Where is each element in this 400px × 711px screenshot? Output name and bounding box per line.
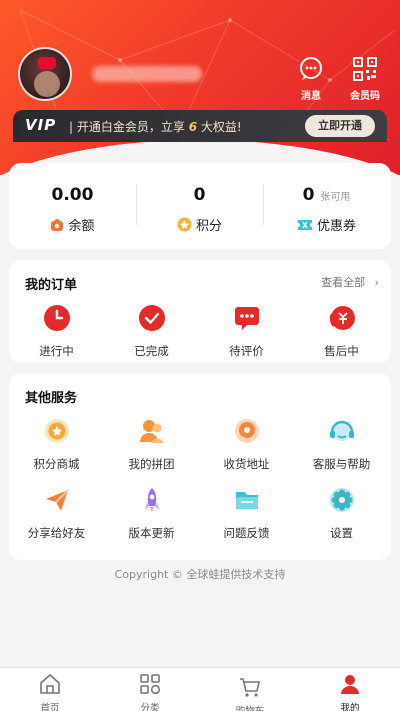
qr-code-icon — [353, 57, 377, 81]
balance-label-row: 余额 — [9, 215, 136, 234]
home-icon — [40, 673, 60, 694]
service-feedback[interactable]: 问题反馈 — [199, 486, 294, 541]
wallet-icon — [51, 218, 64, 231]
vip-promo-suffix: 大权益! — [200, 120, 242, 134]
order-completed[interactable]: 已完成 — [104, 304, 199, 359]
service-settings[interactable]: 设置 — [294, 486, 389, 541]
orders-card: 我的订单 查看全部 › 进行中 已完成 待评价 售后中 — [9, 260, 391, 363]
avatar-bow — [38, 57, 56, 69]
balance-amount: 0.00 — [51, 185, 94, 205]
chevron-right-icon: › — [374, 276, 379, 289]
vip-open-button[interactable]: 立即开通 — [305, 115, 375, 137]
copyright-text: Copyright © 全球蛙提供技术支持 — [114, 568, 286, 581]
points-amount: 0 — [193, 185, 206, 205]
vip-promo-prefix: | 开通白金会员，立享 — [69, 120, 185, 134]
vip-logo: VIP — [25, 116, 57, 134]
points-label-row: 积分 — [136, 215, 263, 234]
service-share[interactable]: 分享给好友 — [9, 486, 104, 541]
coupon-amount: 0 — [302, 185, 315, 205]
avatar[interactable] — [18, 47, 72, 101]
view-all-label: 查看全部 — [321, 276, 366, 289]
refund-icon — [329, 306, 355, 330]
coupon-unit: 张可用 — [320, 192, 351, 203]
coupon-label-row: 优惠券 — [263, 215, 390, 234]
coupon-label: 优惠券 — [316, 219, 356, 234]
vip-promo-text: | 开通白金会员，立享 6 大权益! — [69, 118, 242, 135]
headset-icon — [329, 420, 354, 441]
category-icon — [140, 674, 161, 695]
points-label: 积分 — [195, 219, 222, 234]
service-feedback-label: 问题反馈 — [223, 526, 270, 540]
bottom-tab-bar: 首页 分类 购物车 我的 — [0, 667, 400, 711]
clock-icon — [43, 305, 70, 331]
points-mall-icon — [44, 419, 69, 443]
address-icon — [234, 419, 259, 443]
points-value: 0 — [136, 185, 263, 205]
service-points-mall-label: 积分商城 — [33, 457, 80, 471]
group-buy-icon — [139, 420, 164, 443]
tab-home-label: 首页 — [40, 703, 60, 711]
service-points-mall[interactable]: 积分商城 — [9, 417, 104, 472]
service-help-label: 客服与帮助 — [312, 457, 371, 471]
vip-banner[interactable]: VIP | 开通白金会员，立享 6 大权益! 立即开通 — [13, 110, 387, 142]
points-icon — [177, 217, 192, 232]
service-help[interactable]: 客服与帮助 — [294, 417, 389, 472]
member-code-label: 会员码 — [350, 91, 380, 102]
order-completed-label: 已完成 — [134, 344, 169, 358]
member-code-button[interactable]: 会员码 — [343, 56, 387, 102]
balance-label: 余额 — [68, 219, 95, 234]
order-after-sales-label: 售后中 — [324, 344, 359, 358]
services-title: 其他服务 — [25, 391, 78, 406]
tab-category-label: 分类 — [140, 703, 160, 711]
order-in-progress[interactable]: 进行中 — [9, 304, 104, 359]
service-update-label: 版本更新 — [128, 526, 175, 540]
coupon-value: 0 张可用 — [263, 185, 390, 205]
assets-card: 0.00 余额 0 积分 0 张可用 优惠券 — [9, 163, 391, 249]
service-group-buy[interactable]: 我的拼团 — [104, 417, 199, 472]
order-to-review[interactable]: 待评价 — [199, 304, 294, 359]
phone-number-blurred — [92, 66, 202, 82]
avatar-face — [34, 71, 60, 97]
tab-profile-label: 我的 — [340, 703, 360, 711]
tab-profile[interactable]: 我的 — [300, 673, 400, 711]
service-update[interactable]: 版本更新 — [104, 486, 199, 541]
comment-icon — [234, 307, 259, 330]
rocket-icon — [144, 488, 159, 512]
balance-item[interactable]: 0.00 余额 — [9, 163, 136, 249]
order-after-sales[interactable]: 售后中 — [294, 304, 389, 359]
tab-cart-label: 购物车 — [200, 703, 300, 711]
messages-button[interactable]: 消息 — [289, 56, 333, 102]
service-group-buy-label: 我的拼团 — [128, 457, 175, 471]
tab-cart[interactable]: 购物车 — [200, 676, 300, 711]
order-in-progress-label: 进行中 — [39, 344, 74, 358]
orders-title: 我的订单 — [25, 278, 78, 293]
messages-label: 消息 — [301, 91, 321, 102]
feedback-icon — [235, 492, 258, 509]
profile-icon — [341, 675, 359, 694]
services-card: 其他服务 积分商城 我的拼团 收货地址 客服与帮助 分享给好友 版本更新 问题反… — [9, 373, 391, 560]
cart-icon — [240, 678, 260, 697]
tab-category[interactable]: 分类 — [100, 673, 200, 711]
service-address[interactable]: 收货地址 — [199, 417, 294, 472]
service-settings-label: 设置 — [330, 526, 353, 540]
view-all-orders-link[interactable]: 查看全部 › — [321, 274, 379, 290]
service-share-label: 分享给好友 — [27, 526, 86, 540]
coupon-item[interactable]: 0 张可用 优惠券 — [263, 163, 390, 249]
order-to-review-label: 待评价 — [229, 344, 264, 358]
share-icon — [45, 489, 69, 511]
message-icon — [300, 57, 322, 80]
check-icon — [138, 305, 165, 331]
settings-icon — [329, 488, 354, 512]
vip-promo-number: 6 — [188, 120, 198, 134]
service-address-label: 收货地址 — [223, 457, 270, 471]
balance-value: 0.00 — [9, 185, 136, 205]
coupon-icon — [297, 219, 312, 230]
tab-home[interactable]: 首页 — [0, 673, 100, 711]
points-item[interactable]: 0 积分 — [136, 163, 263, 249]
